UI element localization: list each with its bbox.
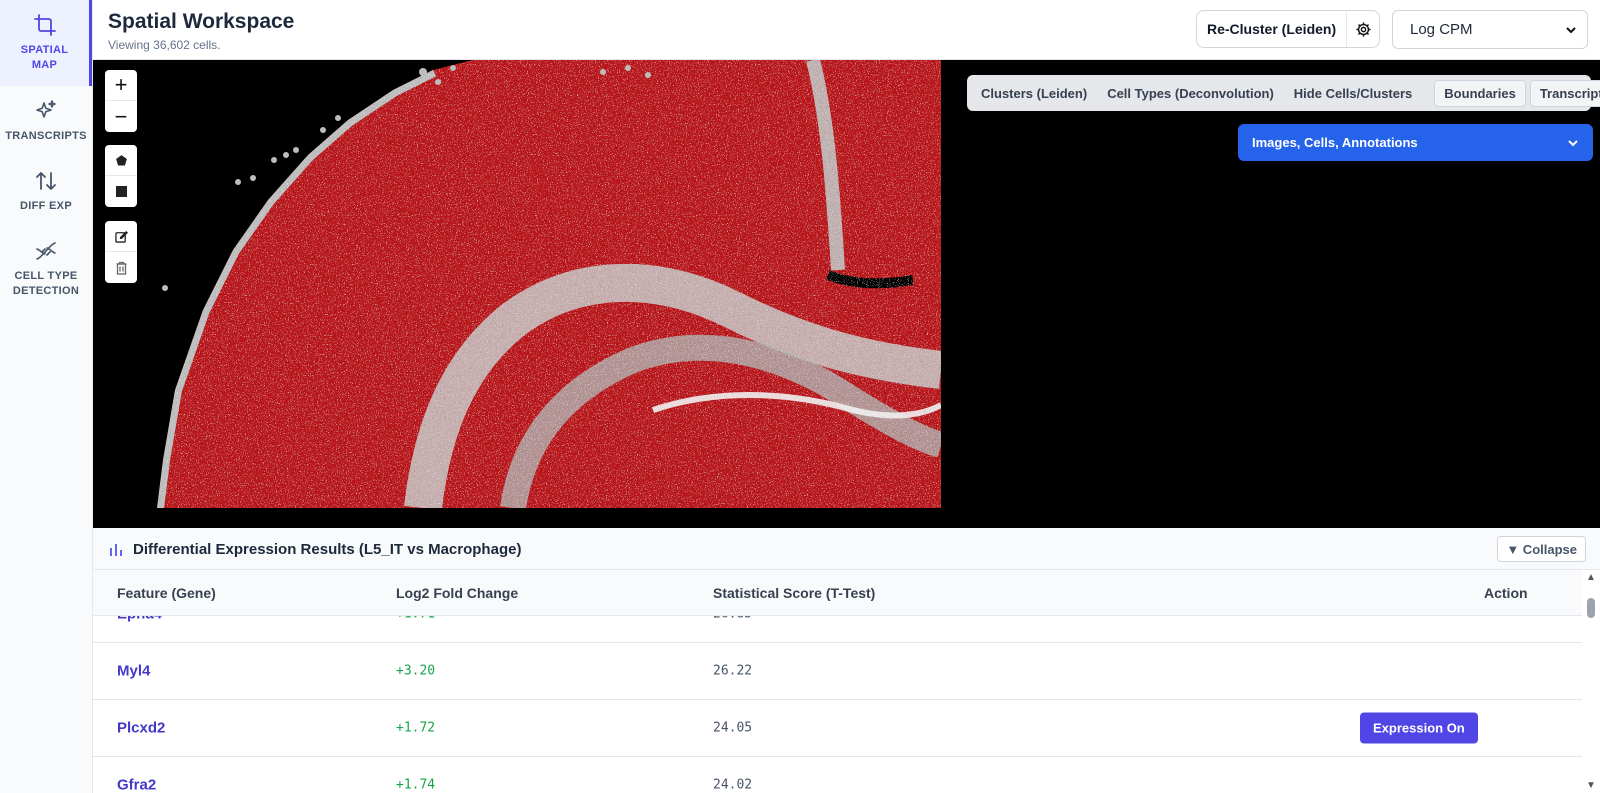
gear-icon[interactable] <box>1346 11 1379 47</box>
table-row[interactable]: Gfra2 +1.74 24.02 <box>93 757 1582 793</box>
gene-name[interactable]: Plcxd2 <box>117 720 165 737</box>
column-header-lfc[interactable]: Log2 Fold Change <box>396 585 518 601</box>
zoom-in-button[interactable]: + <box>105 70 137 101</box>
normalization-select-value: Log CPM <box>1410 21 1473 38</box>
log2-fold-change: +3.20 <box>396 663 436 679</box>
arrows-up-down-icon <box>36 171 56 190</box>
table-row[interactable]: Myl4 +3.20 26.22 <box>93 643 1582 700</box>
rectangle-tool-button[interactable] <box>105 176 137 207</box>
bar-chart-icon <box>110 544 122 556</box>
table-header: Feature (Gene) Log2 Fold Change Statisti… <box>93 570 1582 616</box>
pentagon-icon <box>115 154 127 165</box>
layer-toolbar: Clusters (Leiden) Cell Types (Deconvolut… <box>967 75 1600 111</box>
gene-name[interactable]: Gfra2 <box>117 777 156 793</box>
edit-controls <box>105 221 137 283</box>
sidebar-item-transcripts[interactable]: TRANSCRIPTS <box>0 86 92 156</box>
t-test-score: 24.05 <box>713 720 753 736</box>
zoom-out-button[interactable]: − <box>105 101 137 132</box>
sidebar-item-label: TRANSCRIPTS <box>5 129 87 142</box>
diff-exp-results-panel: Differential Expression Results (L5_IT v… <box>93 528 1600 793</box>
edit-icon <box>114 230 128 243</box>
expression-on-button[interactable]: Expression On <box>1360 712 1478 744</box>
crop-icon <box>33 14 56 36</box>
cell-types-button[interactable]: Cell Types (Deconvolution) <box>1097 80 1284 107</box>
images-cells-annotations-dropdown[interactable]: Images, Cells, Annotations <box>1238 124 1593 161</box>
log2-fold-change: +1.72 <box>396 720 436 736</box>
tissue-section <box>157 60 941 508</box>
clusters-leiden-button[interactable]: Clusters (Leiden) <box>971 80 1097 107</box>
column-header-gene[interactable]: Feature (Gene) <box>117 585 216 601</box>
sidebar-item-label: MAP <box>31 59 58 71</box>
column-header-action: Action <box>1484 585 1528 601</box>
edit-tool-button[interactable] <box>105 221 137 252</box>
scroll-down-arrow-icon[interactable]: ▼ <box>1586 780 1596 791</box>
hide-cells-button[interactable]: Hide Cells/Clusters <box>1284 80 1423 107</box>
chevron-down-icon <box>1568 139 1578 146</box>
sparkles-icon <box>36 99 56 118</box>
table-row[interactable]: Plcxd2 +1.72 24.05 Expression On <box>93 700 1582 757</box>
column-header-score[interactable]: Statistical Score (T-Test) <box>713 585 875 601</box>
results-table: Feature (Gene) Log2 Fold Change Statisti… <box>93 570 1582 793</box>
delete-tool-button[interactable] <box>105 252 137 283</box>
transcripts-button[interactable]: Transcripts <box>1529 79 1600 107</box>
normalization-select[interactable]: Log CPM <box>1392 10 1588 49</box>
sidebar-item-label: DETECTION <box>12 285 80 297</box>
sidebar-item-spatial-map[interactable]: SPATIAL MAP <box>0 0 92 86</box>
table-body: Epha4 +1.71 26.85 Myl4 +3.20 26.22 Plcxd… <box>93 586 1582 793</box>
page-title: Spatial Workspace <box>108 10 295 33</box>
results-scrollbar[interactable]: ▲ ▼ <box>1582 570 1600 793</box>
boundaries-button[interactable]: Boundaries <box>1434 79 1526 107</box>
collapse-button[interactable]: ▼ Collapse <box>1497 536 1586 562</box>
sidebar-item-diff-exp[interactable]: DIFF EXP <box>0 156 92 226</box>
t-test-score: 24.02 <box>713 777 753 793</box>
sidebar-item-label: CELL TYPE <box>14 270 78 282</box>
log2-fold-change: +1.74 <box>396 777 436 793</box>
sidebar-item-cell-type-detection[interactable]: CELL TYPE DETECTION <box>0 226 92 312</box>
chevron-down-icon <box>1566 26 1576 33</box>
images-dropdown-label: Images, Cells, Annotations <box>1252 135 1418 150</box>
recluster-button[interactable]: Re-Cluster (Leiden) <box>1197 21 1346 37</box>
scrollbar-thumb[interactable] <box>1587 598 1595 618</box>
t-test-score: 26.22 <box>713 663 753 679</box>
header: Spatial Workspace Viewing 36,602 cells. … <box>93 0 1600 60</box>
zoom-controls: + − <box>105 70 137 132</box>
sidebar-item-label: DIFF EXP <box>20 199 72 212</box>
scroll-up-arrow-icon[interactable]: ▲ <box>1586 572 1596 583</box>
sidebar: SPATIAL MAP TRANSCRIPTS DIFF EXP CELL TY… <box>0 0 93 793</box>
recluster-button-group: Re-Cluster (Leiden) <box>1196 10 1380 48</box>
square-icon <box>115 186 127 197</box>
results-title: Differential Expression Results (L5_IT v… <box>133 541 522 558</box>
gene-name[interactable]: Myl4 <box>117 663 150 680</box>
results-header: Differential Expression Results (L5_IT v… <box>93 528 1600 570</box>
polygon-tool-button[interactable] <box>105 145 137 176</box>
sidebar-item-label: SPATIAL <box>20 44 69 56</box>
cell-count-subtitle: Viewing 36,602 cells. <box>108 38 221 52</box>
draw-controls <box>105 145 137 207</box>
spatial-map-canvas[interactable]: + − Clusters (Leiden) Cell Types (Deconv… <box>93 60 1600 528</box>
trash-icon <box>116 261 126 275</box>
dna-icon <box>36 242 56 260</box>
